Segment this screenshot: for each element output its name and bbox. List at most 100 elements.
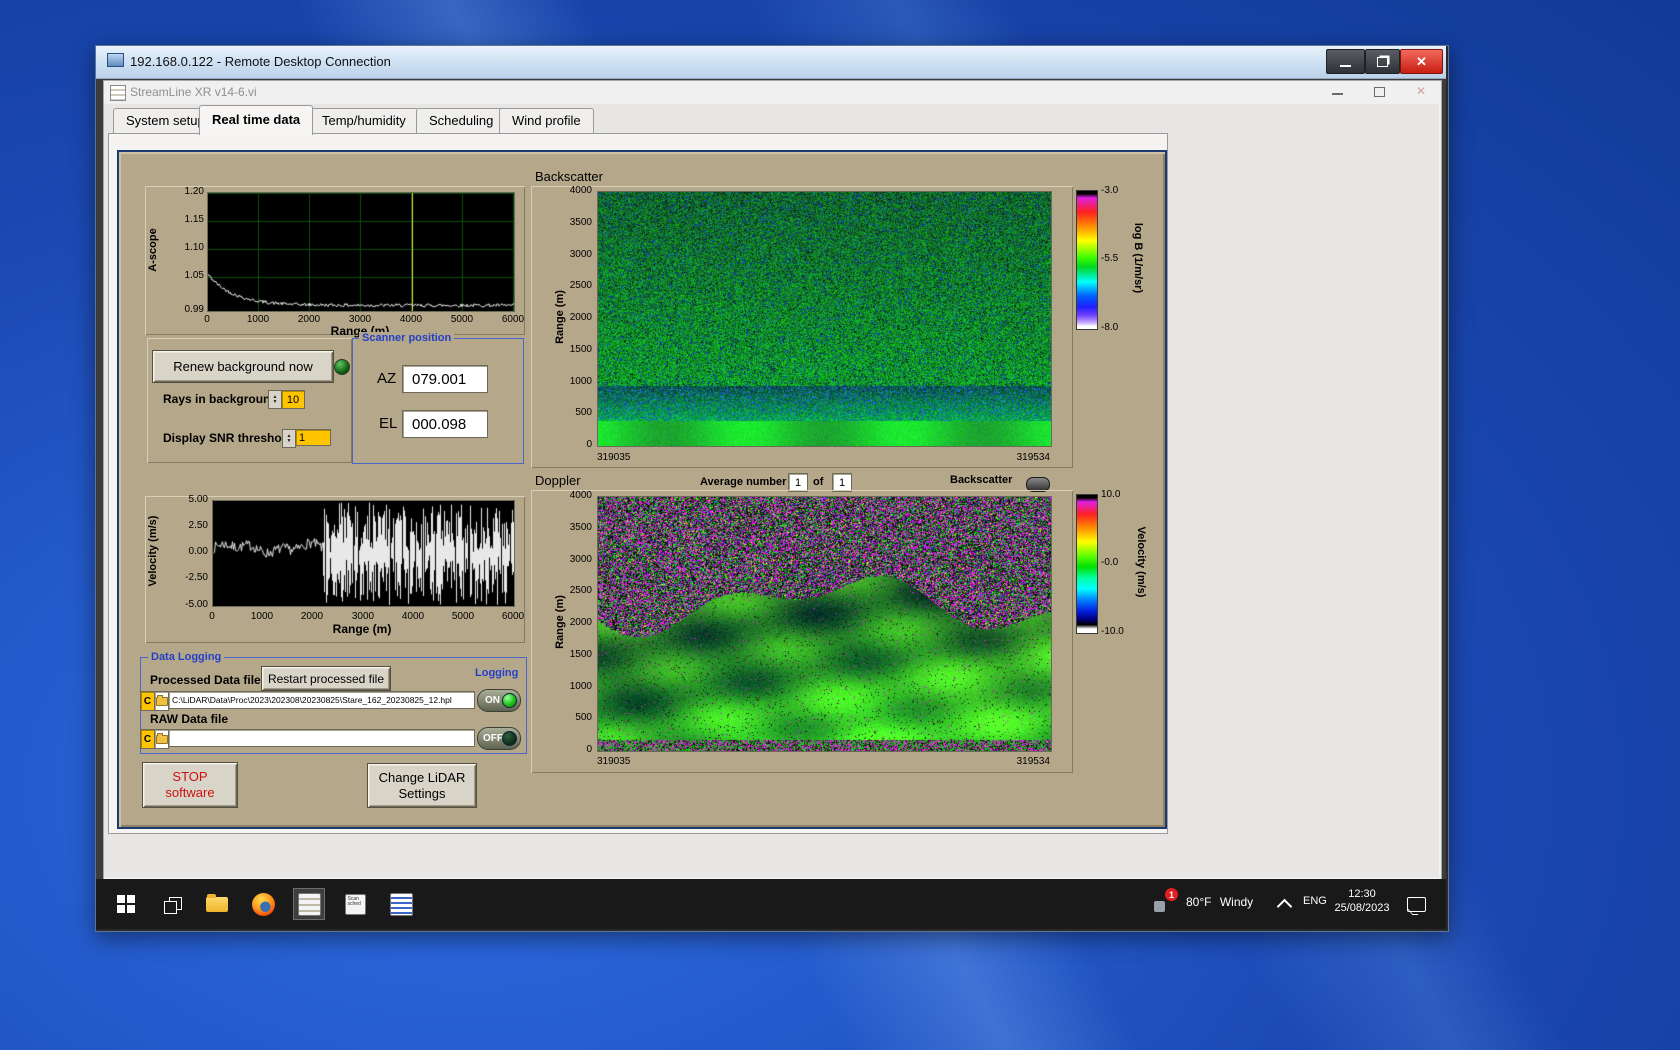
renew-background-button[interactable]: Renew background now (152, 350, 334, 383)
processed-drive-box[interactable]: C (140, 691, 155, 711)
y-tick: 3000 (569, 554, 592, 565)
change-lidar-settings-button[interactable]: Change LiDAR Settings (367, 763, 477, 808)
doppler-x-start: 319035 (597, 756, 631, 767)
change-settings-label-2: Settings (398, 785, 446, 801)
snr-threshold-label: Display SNR threshold (163, 431, 293, 445)
velocity-ylabel: Velocity (m/s) (147, 515, 159, 587)
app-minimize-icon[interactable] (1332, 93, 1343, 95)
on-led-icon (502, 693, 517, 708)
tab-real-time-data[interactable]: Real time data (199, 105, 314, 135)
action-center-button[interactable] (1402, 888, 1430, 920)
scan-schedule-icon: Scan sched (344, 893, 366, 915)
task-view-button[interactable] (156, 888, 188, 920)
folder-icon (155, 732, 168, 744)
y-tick: 4000 (569, 490, 592, 501)
rdp-maximize-button[interactable] (1365, 49, 1400, 74)
y-tick: 0 (586, 744, 592, 755)
y-tick: 4000 (569, 185, 592, 196)
x-tick: 1000 (250, 611, 274, 622)
raw-browse-button[interactable] (154, 729, 169, 749)
raw-logging-off-switch[interactable]: OFF (477, 727, 521, 750)
ascope-plot-canvas (207, 192, 515, 312)
x-tick: 0 (204, 314, 210, 325)
y-tick: 0.00 (188, 546, 208, 557)
labview-app-button[interactable] (293, 888, 325, 920)
y-tick: 1.20 (184, 186, 204, 197)
of-label: of (813, 476, 824, 488)
y-tick: 500 (575, 407, 592, 418)
y-tick: -2.50 (185, 572, 208, 583)
terminal-app-button[interactable] (385, 888, 417, 920)
drive-letter: C (143, 733, 152, 745)
snr-value-field[interactable]: 1 (295, 429, 331, 446)
x-tick: 4000 (401, 611, 425, 622)
tab-temp-humidity[interactable]: Temp/humidity (309, 108, 419, 133)
raw-path-field[interactable] (168, 729, 475, 747)
x-tick: 6000 (501, 314, 525, 325)
snr-spinner[interactable]: ▲ ▼ (282, 429, 296, 448)
y-tick: 1.10 (184, 242, 204, 253)
average-number-label: Average number (700, 476, 787, 488)
chevron-up-icon (1276, 898, 1292, 914)
tray-notification-badge-group[interactable]: 1 (1152, 888, 1178, 914)
backscatter-colorbar (1076, 190, 1098, 330)
average-total-value: 1 (838, 476, 846, 489)
doppler-x-end: 319534 (1016, 756, 1050, 767)
raw-drive-box[interactable]: C (140, 729, 155, 749)
az-value: 079.001 (412, 370, 467, 388)
minimize-icon (1340, 64, 1351, 67)
rays-spinner[interactable]: ▲ ▼ (268, 390, 282, 409)
stop-software-button[interactable]: STOP software (142, 762, 238, 808)
scan-schedule-button[interactable]: Scan sched (339, 888, 371, 920)
restart-processed-file-button[interactable]: Restart processed file (261, 666, 391, 691)
y-tick: 2000 (569, 617, 592, 628)
el-value-field[interactable]: 000.098 (402, 410, 488, 438)
file-explorer-button[interactable] (201, 888, 233, 920)
language-indicator[interactable]: ENG (1303, 895, 1327, 907)
backscatter-x-end: 319534 (1016, 452, 1050, 463)
on-label: ON (485, 695, 500, 706)
y-tick: 2000 (569, 312, 592, 323)
backscatter-plot-canvas (597, 191, 1052, 447)
rdp-minimize-button[interactable] (1326, 49, 1365, 74)
az-value-field[interactable]: 079.001 (402, 365, 488, 393)
backscatter-x-start: 319035 (597, 452, 631, 463)
y-tick: 1000 (569, 376, 592, 387)
start-button[interactable] (110, 888, 142, 920)
app-maximize-icon[interactable] (1374, 87, 1385, 97)
badge-count: 1 (1168, 889, 1174, 900)
y-tick: 1.05 (184, 270, 204, 281)
cbar-tick: -8.0 (1101, 322, 1119, 333)
clock[interactable]: 12:30 25/08/2023 (1330, 887, 1394, 915)
y-tick: 2500 (569, 585, 592, 596)
rdp-icon (107, 53, 124, 67)
folder-icon (155, 694, 168, 706)
y-tick: 2500 (569, 280, 592, 291)
firefox-icon (251, 892, 275, 916)
processed-path-value: C:\LiDAR\Data\Proc\2023\202308\20230825\… (172, 695, 452, 705)
logging-label: Logging (472, 667, 522, 679)
doppler-plot-canvas (597, 496, 1052, 752)
rdp-close-button[interactable]: ✕ (1400, 49, 1443, 74)
weather-temp: 80°F (1186, 895, 1212, 909)
velocity-plot-canvas (212, 500, 515, 607)
tab-scheduling[interactable]: Scheduling (416, 108, 507, 133)
weather-widget[interactable]: 80°F Windy (1186, 895, 1253, 909)
processed-browse-button[interactable] (154, 691, 169, 711)
tray-expand-button[interactable] (1272, 888, 1296, 920)
restore-icon (1377, 56, 1388, 67)
processed-path-field[interactable]: C:\LiDAR\Data\Proc\2023\202308\20230825\… (168, 691, 475, 709)
cbar-tick: -0.0 (1101, 557, 1119, 568)
tab-wind-profile[interactable]: Wind profile (499, 108, 594, 133)
app-close-icon[interactable]: ✕ (1416, 84, 1426, 98)
firefox-button[interactable] (247, 888, 279, 920)
app-title: StreamLine XR v14-6.vi (130, 85, 257, 99)
rays-value-field[interactable]: 10 (281, 390, 305, 409)
processed-logging-on-switch[interactable]: ON (477, 689, 521, 712)
cbar-tick: -3.0 (1101, 185, 1119, 196)
stop-label-2: software (165, 785, 215, 800)
ascope-ylabel: A-scope (147, 228, 159, 272)
notification-badge: 1 (1165, 888, 1178, 901)
y-tick: 1500 (569, 649, 592, 660)
renew-led-indicator (334, 359, 350, 375)
